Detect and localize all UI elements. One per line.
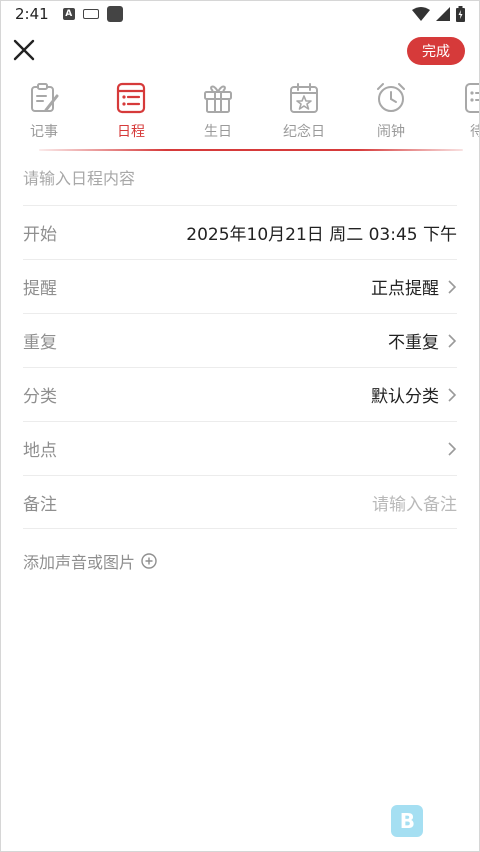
reminder-label: 提醒 — [23, 279, 57, 299]
tab-anniversary[interactable]: 纪念日 — [274, 81, 334, 141]
chevron-right-icon — [448, 441, 457, 456]
battery-icon — [456, 6, 465, 22]
tab-note-label: 记事 — [30, 124, 58, 140]
location-row[interactable]: 地点 — [23, 421, 457, 475]
chevron-right-icon — [448, 279, 457, 294]
tab-todo-label: 待 — [447, 121, 479, 141]
repeat-value-wrap: 不重复 — [388, 328, 457, 353]
start-value: 2025年10月21日 周二 03:45 下午 — [186, 225, 457, 245]
type-tabs: 记事 日程 生日 纪念日 闹钟 — [1, 81, 479, 149]
repeat-label: 重复 — [23, 333, 57, 353]
schedule-list-icon — [116, 82, 146, 114]
category-value: 默认分类 — [371, 387, 439, 407]
category-value-wrap: 默认分类 — [371, 382, 457, 407]
app-notification-icon — [106, 6, 123, 22]
done-button[interactable]: 完成 — [407, 37, 465, 65]
add-media-label: 添加声音或图片 — [23, 553, 136, 572]
wifi-icon — [412, 7, 430, 21]
watermark-logo-text — [427, 811, 449, 831]
signal-icon — [436, 7, 450, 21]
repeat-row[interactable]: 重复 不重复 — [23, 313, 457, 367]
tab-birthday[interactable]: 生日 — [188, 81, 248, 141]
active-tab-indicator — [39, 149, 463, 151]
tab-birthday-label: 生日 — [204, 124, 232, 140]
tab-note[interactable]: 记事 — [14, 81, 74, 141]
tab-todo[interactable]: 待 — [447, 81, 479, 141]
app-screen: 2:41 A 完成 记事 日程 生日 纪念日 闹钟 请输入日程内容 开始 202… — [0, 0, 480, 852]
todo-icon — [465, 83, 479, 113]
schedule-content-input[interactable]: 请输入日程内容 — [23, 159, 457, 199]
calendar-star-icon — [290, 83, 318, 113]
header-bar: 完成 — [1, 35, 479, 71]
tab-schedule[interactable]: 日程 — [101, 81, 161, 141]
note-label: 备注 — [23, 494, 57, 515]
tab-alarm[interactable]: 闹钟 — [361, 81, 421, 141]
reminder-value-wrap: 正点提醒 — [371, 274, 457, 299]
reminder-row[interactable]: 提醒 正点提醒 — [23, 259, 457, 313]
status-bar: 2:41 A — [1, 1, 479, 27]
keyboard-icon — [82, 9, 99, 19]
location-value-wrap — [439, 441, 457, 456]
category-label: 分类 — [23, 387, 57, 407]
notification-a-icon: A — [62, 8, 75, 20]
tab-schedule-label: 日程 — [117, 124, 145, 140]
start-label: 开始 — [23, 225, 57, 245]
add-media-button[interactable]: 添加声音或图片 — [23, 549, 157, 573]
category-row[interactable]: 分类 默认分类 — [23, 367, 457, 421]
chevron-right-icon — [448, 387, 457, 402]
watermark-logo-icon: B — [391, 805, 424, 837]
chevron-right-icon — [448, 333, 457, 348]
gift-icon — [204, 85, 232, 113]
close-icon[interactable] — [11, 37, 37, 63]
location-label: 地点 — [23, 441, 57, 461]
watermark-logo: B — [391, 805, 449, 837]
reminder-value: 正点提醒 — [371, 279, 439, 299]
note-input[interactable]: 请输入备注 — [372, 490, 457, 515]
start-time-row[interactable]: 开始 2025年10月21日 周二 03:45 下午 — [23, 205, 457, 259]
note-edit-icon — [31, 83, 59, 112]
note-row[interactable]: 备注 请输入备注 — [23, 475, 457, 529]
status-icons — [412, 6, 465, 22]
plus-circle-icon — [141, 553, 157, 569]
tab-anniversary-label: 纪念日 — [283, 124, 325, 140]
alarm-clock-icon — [377, 83, 405, 112]
tab-alarm-label: 闹钟 — [377, 124, 405, 140]
repeat-value: 不重复 — [388, 333, 439, 353]
status-time: 2:41 — [15, 5, 49, 23]
